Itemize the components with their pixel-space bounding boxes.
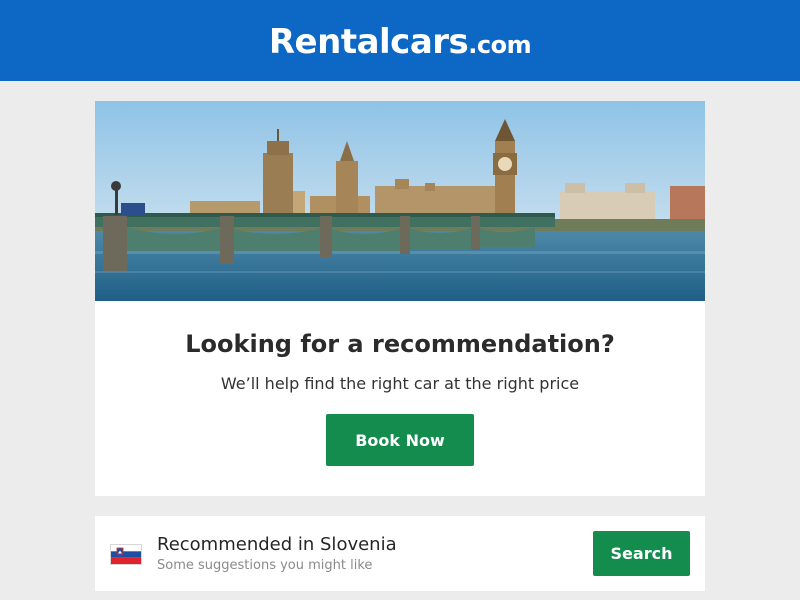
logo-tld: .com [468,30,532,59]
recommended-country-subtitle: Some suggestions you might like [157,558,373,573]
recommended-country-card: Recommended in Slovenia Some suggestions… [95,516,705,591]
rentalcars-logo[interactable]: Rentalcars .com [268,21,532,62]
recommendation-hero-card: Looking for a recommendation? We’ll help… [95,101,705,496]
hero-title: Looking for a recommendation? [185,330,615,358]
search-button[interactable]: Search [593,531,690,576]
hero-subtitle: We’ll help find the right car at the rig… [220,374,580,393]
logo-brand: Rentalcars [268,21,469,62]
london-westminster-photo [95,101,705,301]
site-header: Rentalcars .com [0,0,800,81]
slovenia-flag-icon [110,544,142,565]
book-now-button[interactable]: Book Now [326,414,474,466]
recommended-country-title: Recommended in Slovenia [157,534,397,555]
